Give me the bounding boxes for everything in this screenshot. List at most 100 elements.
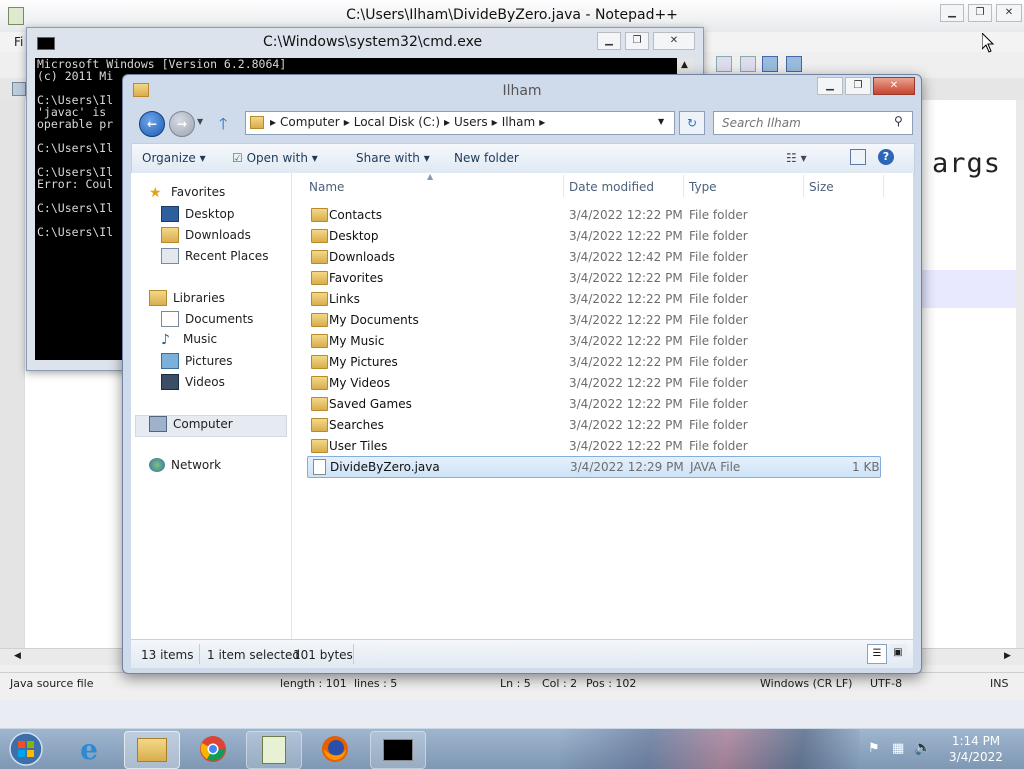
explorer-command-bar: Organize ▾ ☑ Open with ▾ Share with ▾ Ne…	[131, 143, 915, 175]
nav-item-favorites[interactable]: ★ Favorites	[149, 185, 225, 201]
nav-item-documents[interactable]: Documents	[161, 311, 253, 327]
row-name: Downloads	[329, 250, 395, 264]
address-bar[interactable]: ▸ Computer ▸ Local Disk (C:) ▸ Users ▸ I…	[245, 111, 675, 135]
play-icon[interactable]	[740, 56, 756, 72]
column-divider[interactable]	[883, 175, 884, 197]
explorer-minimize-button[interactable]: ▁	[817, 77, 843, 95]
java-file-icon	[313, 459, 326, 475]
breadcrumb-separator-icon[interactable]: ▸	[539, 115, 545, 129]
file-explorer-icon	[137, 738, 167, 762]
menu-file[interactable]: Fi	[14, 35, 23, 49]
editor-vertical-scrollbar[interactable]	[1016, 100, 1024, 648]
fast-forward-icon[interactable]	[762, 56, 778, 72]
scroll-right-icon[interactable]: ▶	[1004, 651, 1011, 661]
column-header-date-modified[interactable]: Date modified	[569, 180, 654, 194]
up-arrow-icon[interactable]: 🡑	[219, 113, 227, 140]
column-header-name[interactable]: Name	[309, 180, 344, 194]
breadcrumb-separator-icon[interactable]: ▸	[444, 115, 450, 129]
nav-item-recent-places[interactable]: Recent Places	[161, 248, 268, 264]
nav-item-desktop[interactable]: Desktop	[161, 206, 235, 222]
table-row[interactable]: My Documents 3/4/2022 12:22 PM File folder	[307, 310, 879, 330]
cmd-titlebar[interactable]: C:\Windows\system32\cmd.exe ▁ ❐ ✕	[27, 28, 703, 56]
system-clock[interactable]: 1:14 PM 3/4/2022	[936, 733, 1016, 765]
volume-icon[interactable]: 🔈	[914, 740, 931, 756]
sort-ascending-icon: ▲	[427, 172, 434, 181]
notepadpp-close-button[interactable]: ✕	[996, 4, 1022, 22]
explorer-close-button[interactable]: ✕	[873, 77, 915, 95]
new-folder-button[interactable]: New folder	[454, 151, 519, 165]
nav-item-network[interactable]: Network	[149, 458, 221, 472]
breadcrumb-separator-icon[interactable]: ▸	[270, 115, 276, 129]
file-tab-icon[interactable]	[12, 82, 26, 96]
help-icon[interactable]: ?	[878, 149, 894, 165]
breadcrumb-ilham[interactable]: Ilham	[502, 115, 536, 129]
network-status-icon[interactable]: ▦	[892, 741, 904, 756]
column-header-type[interactable]: Type	[689, 180, 717, 194]
table-row[interactable]: Links 3/4/2022 12:22 PM File folder	[307, 289, 879, 309]
breadcrumb-separator-icon[interactable]: ▸	[344, 115, 350, 129]
explorer-titlebar[interactable]: Ilham ▁ ❐ ✕	[123, 75, 921, 105]
details-view-icon[interactable]: ☰	[867, 644, 887, 664]
breadcrumb-computer[interactable]: Computer	[280, 115, 340, 129]
organize-button[interactable]: Organize ▾	[142, 151, 206, 165]
back-arrow-icon[interactable]: ←	[139, 111, 165, 137]
cmd-minimize-button[interactable]: ▁	[597, 32, 621, 50]
breadcrumb-separator-icon[interactable]: ▸	[492, 115, 498, 129]
taskbar-cmd[interactable]	[370, 731, 426, 769]
table-row-selected[interactable]: DivideByZero.java 3/4/2022 12:29 PM JAVA F…	[307, 456, 881, 478]
search-input[interactable]	[720, 114, 894, 132]
refresh-icon[interactable]: ↻	[679, 111, 705, 135]
cmd-close-button[interactable]: ✕	[653, 32, 695, 50]
taskbar-file-explorer[interactable]	[124, 731, 180, 769]
nav-documents-label: Documents	[185, 312, 254, 326]
column-divider[interactable]	[683, 175, 684, 197]
table-row[interactable]: My Videos 3/4/2022 12:22 PM File folder	[307, 373, 879, 393]
change-view-icon[interactable]: ☷ ▾	[786, 151, 807, 165]
forward-arrow-icon[interactable]: →	[169, 111, 195, 137]
column-divider[interactable]	[563, 175, 564, 197]
taskbar-notepadpp[interactable]	[246, 731, 302, 769]
large-icons-view-icon[interactable]: ▣	[889, 644, 907, 662]
search-box[interactable]: ⚲	[713, 111, 913, 135]
recent-pages-chevron-icon[interactable]: ▼	[197, 117, 203, 126]
nav-item-pictures[interactable]: Pictures	[161, 353, 233, 369]
share-with-button[interactable]: Share with ▾	[356, 151, 430, 165]
search-icon[interactable]: ⚲	[894, 114, 903, 128]
table-row[interactable]: Saved Games 3/4/2022 12:22 PM File folder	[307, 394, 879, 414]
start-button[interactable]	[2, 729, 50, 769]
nav-item-computer[interactable]: Computer	[149, 416, 233, 432]
table-row[interactable]: Desktop 3/4/2022 12:22 PM File folder	[307, 226, 879, 246]
nav-item-videos[interactable]: Videos	[161, 374, 225, 390]
table-row[interactable]: My Pictures 3/4/2022 12:22 PM File folder	[307, 352, 879, 372]
table-row[interactable]: My Music 3/4/2022 12:22 PM File folder	[307, 331, 879, 351]
column-divider[interactable]	[803, 175, 804, 197]
nav-item-libraries[interactable]: Libraries	[149, 290, 225, 306]
save-macro-icon[interactable]	[786, 56, 802, 72]
taskbar-internet-explorer[interactable]: e	[62, 731, 116, 767]
row-date: 3/4/2022 12:42 PM	[569, 250, 683, 264]
open-with-button[interactable]: ☑ Open with ▾	[232, 151, 318, 165]
taskbar-chrome[interactable]	[186, 731, 240, 767]
preview-pane-icon[interactable]	[850, 149, 866, 165]
explorer-maximize-button[interactable]: ❐	[845, 77, 871, 95]
breadcrumb-users[interactable]: Users	[454, 115, 488, 129]
breadcrumb-local-disk[interactable]: Local Disk (C:)	[354, 115, 440, 129]
table-row[interactable]: Downloads 3/4/2022 12:42 PM File folder	[307, 247, 879, 267]
toolbar-button-icon[interactable]	[716, 56, 732, 72]
row-name: Contacts	[329, 208, 382, 222]
cmd-maximize-button[interactable]: ❐	[625, 32, 649, 50]
nav-item-downloads[interactable]: Downloads	[161, 227, 251, 243]
table-row[interactable]: User Tiles 3/4/2022 12:22 PM File folder	[307, 436, 879, 456]
taskbar-firefox[interactable]	[308, 731, 362, 767]
scroll-left-icon[interactable]: ◀	[14, 651, 21, 661]
scroll-up-icon[interactable]: ▲	[681, 60, 688, 70]
table-row[interactable]: Favorites 3/4/2022 12:22 PM File folder	[307, 268, 879, 288]
address-dropdown-icon[interactable]: ▼	[658, 117, 664, 126]
nav-item-music[interactable]: ♪ Music	[161, 332, 217, 348]
column-header-size[interactable]: Size	[809, 180, 834, 194]
notepadpp-minimize-button[interactable]: ▁	[940, 4, 964, 22]
action-center-flag-icon[interactable]: ⚑	[868, 741, 880, 756]
table-row[interactable]: Contacts 3/4/2022 12:22 PM File folder	[307, 205, 879, 225]
table-row[interactable]: Searches 3/4/2022 12:22 PM File folder	[307, 415, 879, 435]
notepadpp-maximize-button[interactable]: ❐	[968, 4, 992, 22]
